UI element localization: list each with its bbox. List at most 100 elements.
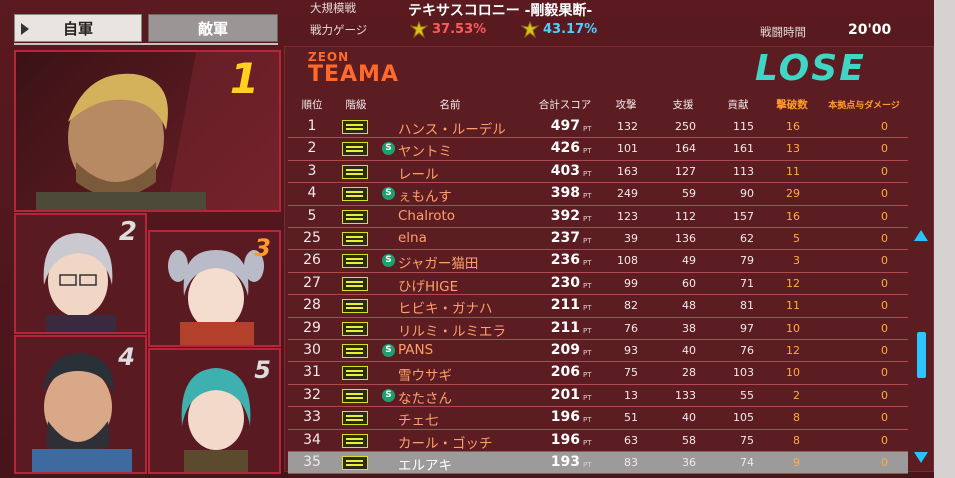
player-row[interactable]: 35 エルアキ 193 PT 83 36 74 9 0	[288, 452, 908, 475]
right-edge	[934, 0, 955, 478]
pt-unit: PT	[583, 281, 592, 290]
scroll-down-arrow-icon[interactable]	[914, 452, 928, 463]
player-name: リルミ・ルミエラ	[398, 323, 506, 340]
team-name: TEAMA	[308, 62, 399, 87]
scrollbar-thumb[interactable]	[917, 332, 926, 378]
player-rank: 31	[303, 364, 321, 381]
player-row[interactable]: S 2 ヤントミ 426 PT 101 164 161 13 0	[288, 138, 908, 161]
col-header-total-score: 合計スコア	[538, 99, 592, 111]
rank-number-5: 5	[254, 356, 271, 384]
player-row[interactable]: S 30 PANS 209 PT 93 40 76 12 0	[288, 340, 908, 363]
tab-enemy-label: 敵軍	[197, 19, 228, 38]
player-row[interactable]: 27 ひげHIGE 230 PT 99 60 71 12 0	[288, 273, 908, 296]
player-support: 40	[682, 344, 696, 357]
class-rank-icon	[342, 344, 368, 358]
tab-own-label: 自軍	[62, 19, 93, 38]
rank-number-3: 3	[254, 234, 271, 262]
player-row[interactable]: 3 レール 403 PT 163 127 113 11 0	[288, 161, 908, 184]
player-kills: 16	[786, 120, 800, 133]
player-row[interactable]: 5 Chalroto 392 PT 123 112 157 16 0	[288, 206, 908, 228]
player-total-score: 211	[550, 297, 580, 314]
player-kills: 2	[793, 388, 800, 402]
player-total-score: 237	[550, 230, 580, 246]
player-attack: 76	[624, 321, 638, 335]
player-support: 136	[675, 232, 696, 245]
s-badge-icon: S	[382, 142, 395, 156]
player-rank: 32	[303, 386, 321, 403]
player-attack: 249	[617, 187, 638, 201]
player-support: 40	[682, 411, 696, 425]
player-base-damage: 0	[881, 120, 888, 133]
player-name: ぇもんす	[398, 189, 452, 206]
player-row[interactable]: S 32 なたさん 201 PT 13 133 55 2 0	[288, 385, 908, 408]
player-name: カール・ゴッチ	[398, 435, 493, 452]
player-name: PANS	[398, 342, 434, 358]
tab-own-army[interactable]: 自軍	[14, 14, 142, 42]
player-contribution: 161	[733, 142, 754, 156]
class-rank-icon	[342, 254, 368, 269]
battle-time-value: 20'00	[848, 22, 892, 38]
player-attack: 82	[624, 299, 638, 313]
player-total-score: 497	[550, 118, 580, 134]
player-kills: 8	[793, 411, 800, 425]
player-name: Chalroto	[398, 207, 456, 224]
player-rank: 5	[307, 207, 317, 224]
class-rank-icon	[342, 276, 368, 291]
player-rank: 28	[303, 297, 321, 314]
player-total-score: 403	[550, 162, 580, 179]
col-header-kills: 撃破数	[776, 99, 808, 111]
player-name: 雪ウサギ	[398, 368, 452, 385]
player-contribution: 76	[740, 344, 754, 357]
player-contribution: 113	[733, 164, 754, 178]
player-row[interactable]: 25 elna 237 PT 39 136 62 5 0	[288, 228, 908, 251]
player-row[interactable]: 29 リルミ・ルミエラ 211 PT 76 38 97 10 0	[288, 318, 908, 340]
player-rank: 33	[303, 409, 321, 426]
player-kills: 5	[793, 232, 800, 245]
player-row[interactable]: S 26 ジャガー猫田 236 PT 108 49 79 3 0	[288, 250, 908, 273]
col-header-rank: 順位	[301, 99, 323, 111]
player-row[interactable]: 31 雪ウサギ 206 PT 75 28 103 10 0	[288, 362, 908, 385]
rank-number-4: 4	[118, 343, 135, 371]
pt-unit: PT	[583, 237, 592, 245]
player-total-score: 206	[550, 364, 580, 381]
player-kills: 8	[793, 433, 800, 447]
player-attack: 101	[617, 142, 638, 156]
player-kills: 11	[786, 299, 800, 313]
player-base-damage: 0	[881, 411, 888, 425]
player-rank: 26	[303, 252, 321, 269]
class-rank-icon	[342, 456, 368, 470]
player-kills: 16	[786, 209, 800, 223]
player-name: ヤントミ	[398, 144, 452, 161]
player-base-damage: 0	[881, 456, 888, 469]
tab-enemy-army[interactable]: 敵軍	[148, 14, 278, 42]
player-row[interactable]: 34 カール・ゴッチ 196 PT 63 58 75 8 0	[288, 430, 908, 452]
player-name: ひげHIGE	[398, 278, 459, 295]
player-row[interactable]: 33 チェ七 196 PT 51 40 105 8 0	[288, 407, 908, 430]
player-contribution: 71	[740, 276, 754, 290]
player-row[interactable]: 28 ヒビキ・ガナハ 211 PT 82 48 81 11 0	[288, 295, 908, 318]
pt-unit: PT	[583, 349, 592, 357]
player-contribution: 103	[733, 366, 754, 380]
player-base-damage: 0	[881, 299, 888, 313]
pt-unit: PT	[583, 461, 592, 469]
player-support: 28	[682, 366, 696, 380]
s-badge-icon: S	[382, 254, 395, 268]
player-contribution: 97	[740, 321, 754, 335]
player-base-damage: 0	[881, 187, 888, 201]
class-rank-icon	[342, 187, 368, 202]
portrait-rank-3: 3	[148, 230, 281, 347]
enemy-gauge-value: 43.17%	[543, 22, 598, 37]
player-attack: 13	[624, 388, 638, 402]
player-row[interactable]: S 4 ぇもんす 398 PT 249 59 90 29 0	[288, 183, 908, 206]
scroll-up-arrow-icon[interactable]	[914, 230, 928, 241]
player-row[interactable]: 1 ハンス・ルーデル 497 PT 132 250 115 16 0	[288, 116, 908, 139]
player-attack: 83	[624, 456, 638, 469]
player-base-damage: 0	[881, 276, 888, 290]
player-rank: 29	[303, 319, 321, 336]
player-rank: 30	[303, 342, 321, 358]
map-name: テキサスコロニー -剛毅果断-	[408, 3, 593, 19]
player-name: elna	[398, 230, 427, 246]
player-attack: 132	[617, 120, 638, 133]
pt-unit: PT	[583, 304, 592, 313]
player-contribution: 81	[740, 299, 754, 313]
